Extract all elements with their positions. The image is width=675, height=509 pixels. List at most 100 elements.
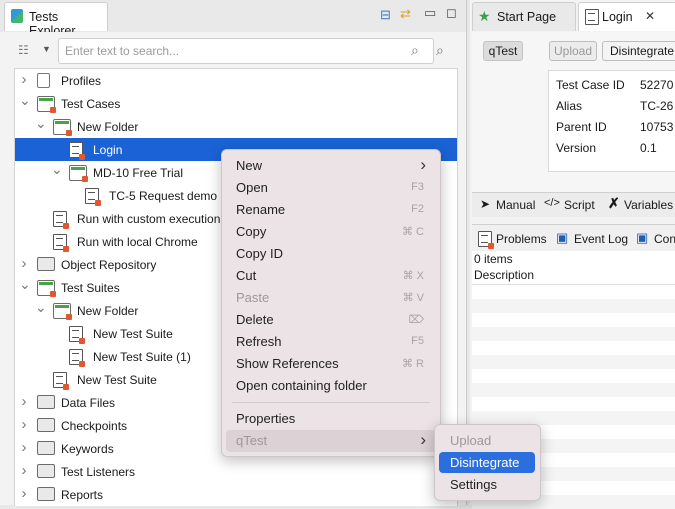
chevron-right-icon[interactable]: › — [19, 485, 29, 502]
menu-item-show-references[interactable]: Show References ⌘ R — [226, 353, 436, 375]
test-case-info: Test Case ID 52270 Alias TC-26 Parent ID… — [548, 70, 675, 172]
chevron-down-icon[interactable]: ▼ — [42, 44, 51, 54]
tab-script[interactable]: Script — [564, 198, 595, 212]
menu-item-shortcut: ⌦ — [408, 314, 424, 326]
menu-item-label: Cut — [236, 268, 257, 283]
folder-icon — [53, 119, 72, 136]
tree-item-test-listeners[interactable]: › Test Listeners — [15, 460, 457, 483]
menu-item-refresh[interactable]: Refresh F5 — [226, 331, 436, 353]
test-case-icon — [69, 142, 85, 160]
repository-icon — [37, 257, 55, 271]
tree-item-new-folder[interactable]: ⌄ New Folder — [15, 115, 457, 138]
tree-item-label: TC-5 Request demo — [109, 189, 218, 203]
tree-item-label: Run with custom execution — [77, 212, 221, 226]
menu-item-rename[interactable]: Rename F2 — [226, 199, 436, 221]
chevron-right-icon[interactable]: › — [19, 71, 29, 88]
chevron-down-icon[interactable]: ⌄ — [19, 276, 31, 293]
items-count: 0 items — [474, 252, 513, 266]
tree-item-label: New Test Suite — [93, 327, 173, 341]
collapse-all-icon[interactable]: ⊟ — [380, 8, 391, 22]
event-log-icon: ▣ — [556, 230, 569, 245]
menu-item-label: Open containing folder — [236, 378, 367, 393]
katalon-logo-icon — [11, 9, 23, 23]
menu-item-label: Copy — [236, 224, 267, 239]
filter-icon[interactable]: ☷ — [18, 43, 29, 57]
test-case-icon — [85, 188, 101, 206]
context-menu: New › Open F3 Rename F2 Copy ⌘ C Copy ID Cut ⌘ X Pa… — [221, 149, 441, 457]
menu-item-shortcut: ⌘ C — [402, 226, 424, 238]
menu-item-properties[interactable]: Properties — [226, 408, 436, 430]
folder-icon — [69, 165, 88, 182]
menu-item-label: Copy ID — [236, 246, 283, 261]
tree-item-label: Profiles — [61, 74, 102, 88]
variables-icon: ✗ — [608, 195, 620, 211]
tree-item-label: Object Repository — [61, 258, 157, 272]
disintegrate-button[interactable]: Disintegrate — [602, 41, 675, 61]
maximize-icon[interactable]: ◻ — [446, 6, 457, 20]
tab-start-page-label: Start Page — [497, 10, 557, 24]
menu-item-label: Paste — [236, 290, 270, 305]
link-editor-icon[interactable]: ⇄ — [400, 7, 411, 21]
close-icon[interactable]: ✕ — [645, 9, 655, 23]
menu-item-shortcut: F2 — [411, 203, 424, 215]
chevron-right-icon[interactable]: › — [19, 416, 29, 433]
tree-item-profiles[interactable]: › Profiles — [15, 69, 457, 92]
menu-item-label: New — [236, 158, 263, 173]
chevron-right-icon[interactable]: › — [19, 439, 29, 456]
upload-button[interactable]: Upload — [549, 41, 597, 61]
chevron-down-icon[interactable]: ⌄ — [19, 92, 31, 109]
submenu-item-disintegrate[interactable]: Disintegrate — [439, 452, 535, 473]
test-suite-icon — [53, 372, 69, 390]
tab-problems[interactable]: Problems — [496, 232, 547, 246]
data-files-icon — [37, 395, 55, 409]
tab-start-page[interactable]: ★ Start Page — [472, 2, 576, 31]
submenu-item-label: Settings — [450, 477, 497, 492]
menu-item-qtest[interactable]: qTest › — [226, 430, 436, 452]
minimize-icon[interactable]: ▭ — [424, 6, 436, 20]
editor-mode-tabs: ➤ Manual </> Script ✗ Variables — [472, 192, 675, 217]
menu-item-label: Open — [236, 180, 268, 195]
folder-icon — [53, 303, 72, 320]
tab-console[interactable]: Con — [654, 232, 675, 246]
menu-item-label: Rename — [236, 202, 286, 217]
tests-explorer-tab[interactable]: Tests Explorer — [4, 2, 108, 38]
menu-item-copy-id[interactable]: Copy ID — [226, 243, 436, 265]
search-box: ⌕ — [58, 38, 434, 64]
search-input[interactable] — [63, 42, 407, 60]
tab-event-log[interactable]: Event Log — [574, 232, 628, 246]
submenu-item-label: Disintegrate — [450, 455, 520, 470]
info-value-alias: TC-26 — [640, 99, 674, 113]
chevron-right-icon[interactable]: › — [19, 462, 29, 479]
submenu-item-label: Upload — [450, 433, 492, 448]
menu-item-new[interactable]: New › — [226, 155, 436, 177]
qtest-submenu: Upload Disintegrate Settings — [434, 424, 541, 501]
chevron-right-icon[interactable]: › — [19, 255, 29, 272]
tab-login[interactable]: Login ✕ — [578, 2, 675, 31]
menu-item-open[interactable]: Open F3 — [226, 177, 436, 199]
menu-item-open-containing-folder[interactable]: Open containing folder — [226, 375, 436, 397]
reports-icon — [37, 487, 55, 501]
submenu-item-upload[interactable]: Upload — [439, 430, 535, 451]
tree-item-test-cases[interactable]: ⌄ Test Cases — [15, 92, 457, 115]
tree-item-label: Data Files — [61, 396, 116, 410]
tree-item-reports[interactable]: › Reports — [15, 483, 457, 506]
chevron-down-icon[interactable]: ⌄ — [51, 161, 63, 178]
menu-item-shortcut: F3 — [411, 181, 424, 193]
submenu-item-settings[interactable]: Settings — [439, 474, 535, 495]
advanced-search-icon[interactable]: ⌕ — [436, 42, 444, 59]
checkpoints-icon — [37, 418, 55, 432]
test-case-icon — [53, 211, 69, 229]
tab-manual[interactable]: Manual — [496, 198, 535, 212]
menu-item-copy[interactable]: Copy ⌘ C — [226, 221, 436, 243]
chevron-down-icon[interactable]: ⌄ — [35, 115, 47, 132]
search-icon[interactable]: ⌕ — [411, 42, 419, 59]
menu-item-delete[interactable]: Delete ⌦ — [226, 309, 436, 331]
description-column-header[interactable]: Description — [474, 268, 534, 282]
test-case-icon — [53, 234, 69, 252]
cursor-icon: ➤ — [480, 197, 491, 211]
tab-variables[interactable]: Variables — [624, 198, 673, 212]
menu-item-paste[interactable]: Paste ⌘ V — [226, 287, 436, 309]
menu-item-cut[interactable]: Cut ⌘ X — [226, 265, 436, 287]
chevron-down-icon[interactable]: ⌄ — [35, 299, 47, 316]
chevron-right-icon[interactable]: › — [19, 393, 29, 410]
